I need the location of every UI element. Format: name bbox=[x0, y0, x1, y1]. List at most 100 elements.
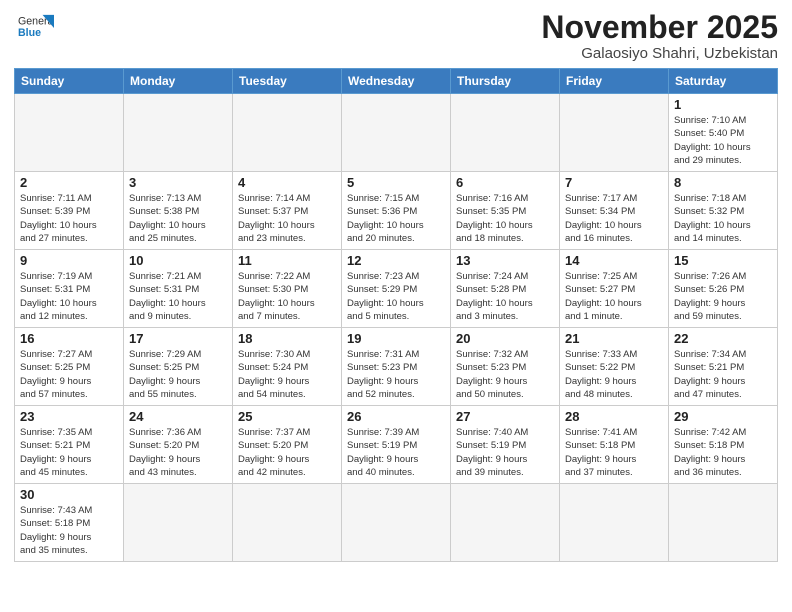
day-number: 25 bbox=[238, 409, 336, 424]
day-info: Sunrise: 7:40 AMSunset: 5:19 PMDaylight:… bbox=[456, 426, 554, 479]
calendar-cell: 15Sunrise: 7:26 AMSunset: 5:26 PMDayligh… bbox=[669, 250, 778, 328]
day-number: 5 bbox=[347, 175, 445, 190]
day-number: 26 bbox=[347, 409, 445, 424]
day-number: 13 bbox=[456, 253, 554, 268]
calendar-cell: 2 Sunrise: 7:11 AMSunset: 5:39 PMDaylight… bbox=[15, 172, 124, 250]
day-info: Sunrise: 7:17 AMSunset: 5:34 PMDaylight:… bbox=[565, 192, 663, 245]
calendar-cell: 7 Sunrise: 7:17 AMSunset: 5:34 PMDaylight… bbox=[560, 172, 669, 250]
calendar-header-row: SundayMondayTuesdayWednesdayThursdayFrid… bbox=[15, 69, 778, 94]
day-info: Sunrise: 7:35 AMSunset: 5:21 PMDaylight:… bbox=[20, 426, 118, 479]
col-header-tuesday: Tuesday bbox=[233, 69, 342, 94]
day-number: 2 bbox=[20, 175, 118, 190]
day-number: 23 bbox=[20, 409, 118, 424]
calendar-cell: 28 Sunrise: 7:41 AMSunset: 5:18 PMDayligh… bbox=[560, 406, 669, 484]
calendar-week-row: 1Sunrise: 7:10 AMSunset: 5:40 PMDaylight… bbox=[15, 94, 778, 172]
day-info: Sunrise: 7:14 AMSunset: 5:37 PMDaylight:… bbox=[238, 192, 336, 245]
calendar-cell bbox=[15, 94, 124, 172]
day-info: Sunrise: 7:30 AMSunset: 5:24 PMDaylight:… bbox=[238, 348, 336, 401]
day-number: 6 bbox=[456, 175, 554, 190]
day-number: 12 bbox=[347, 253, 445, 268]
calendar-cell: 13 Sunrise: 7:24 AMSunset: 5:28 PMDayligh… bbox=[451, 250, 560, 328]
day-info: Sunrise: 7:33 AMSunset: 5:22 PMDaylight:… bbox=[565, 348, 663, 401]
calendar-cell: 16 Sunrise: 7:27 AMSunset: 5:25 PMDayligh… bbox=[15, 328, 124, 406]
calendar-cell: 14 Sunrise: 7:25 AMSunset: 5:27 PMDayligh… bbox=[560, 250, 669, 328]
day-number: 19 bbox=[347, 331, 445, 346]
day-info: Sunrise: 7:11 AMSunset: 5:39 PMDaylight:… bbox=[20, 192, 118, 245]
calendar-week-row: 30Sunrise: 7:43 AMSunset: 5:18 PMDayligh… bbox=[15, 484, 778, 562]
day-number: 17 bbox=[129, 331, 227, 346]
logo: General Blue bbox=[14, 10, 54, 51]
day-number: 1 bbox=[674, 97, 772, 112]
calendar-cell: 30Sunrise: 7:43 AMSunset: 5:18 PMDayligh… bbox=[15, 484, 124, 562]
calendar-cell bbox=[342, 94, 451, 172]
day-info: Sunrise: 7:27 AMSunset: 5:25 PMDaylight:… bbox=[20, 348, 118, 401]
day-info: Sunrise: 7:36 AMSunset: 5:20 PMDaylight:… bbox=[129, 426, 227, 479]
day-number: 20 bbox=[456, 331, 554, 346]
calendar-cell: 24 Sunrise: 7:36 AMSunset: 5:20 PMDayligh… bbox=[124, 406, 233, 484]
calendar-cell bbox=[669, 484, 778, 562]
calendar-cell bbox=[451, 94, 560, 172]
day-number: 7 bbox=[565, 175, 663, 190]
day-number: 21 bbox=[565, 331, 663, 346]
day-number: 11 bbox=[238, 253, 336, 268]
calendar-cell: 5Sunrise: 7:15 AMSunset: 5:36 PMDaylight… bbox=[342, 172, 451, 250]
col-header-monday: Monday bbox=[124, 69, 233, 94]
calendar-table: SundayMondayTuesdayWednesdayThursdayFrid… bbox=[14, 68, 778, 562]
day-info: Sunrise: 7:26 AMSunset: 5:26 PMDaylight:… bbox=[674, 270, 772, 323]
day-number: 3 bbox=[129, 175, 227, 190]
calendar-cell bbox=[560, 94, 669, 172]
day-number: 9 bbox=[20, 253, 118, 268]
col-header-friday: Friday bbox=[560, 69, 669, 94]
calendar-cell: 18 Sunrise: 7:30 AMSunset: 5:24 PMDayligh… bbox=[233, 328, 342, 406]
calendar-cell: 10 Sunrise: 7:21 AMSunset: 5:31 PMDayligh… bbox=[124, 250, 233, 328]
calendar-week-row: 2 Sunrise: 7:11 AMSunset: 5:39 PMDaylight… bbox=[15, 172, 778, 250]
day-number: 14 bbox=[565, 253, 663, 268]
day-number: 4 bbox=[238, 175, 336, 190]
day-number: 18 bbox=[238, 331, 336, 346]
calendar-week-row: 23 Sunrise: 7:35 AMSunset: 5:21 PMDayligh… bbox=[15, 406, 778, 484]
logo-icon: General Blue bbox=[18, 10, 54, 46]
calendar-cell: 26Sunrise: 7:39 AMSunset: 5:19 PMDayligh… bbox=[342, 406, 451, 484]
calendar-cell: 21 Sunrise: 7:33 AMSunset: 5:22 PMDayligh… bbox=[560, 328, 669, 406]
day-info: Sunrise: 7:37 AMSunset: 5:20 PMDaylight:… bbox=[238, 426, 336, 479]
calendar-cell: 3 Sunrise: 7:13 AMSunset: 5:38 PMDaylight… bbox=[124, 172, 233, 250]
day-number: 30 bbox=[20, 487, 118, 502]
day-info: Sunrise: 7:24 AMSunset: 5:28 PMDaylight:… bbox=[456, 270, 554, 323]
calendar-cell: 23 Sunrise: 7:35 AMSunset: 5:21 PMDayligh… bbox=[15, 406, 124, 484]
svg-text:Blue: Blue bbox=[18, 27, 41, 39]
day-number: 27 bbox=[456, 409, 554, 424]
day-info: Sunrise: 7:18 AMSunset: 5:32 PMDaylight:… bbox=[674, 192, 772, 245]
day-info: Sunrise: 7:31 AMSunset: 5:23 PMDaylight:… bbox=[347, 348, 445, 401]
day-number: 8 bbox=[674, 175, 772, 190]
day-info: Sunrise: 7:41 AMSunset: 5:18 PMDaylight:… bbox=[565, 426, 663, 479]
calendar-cell: 29 Sunrise: 7:42 AMSunset: 5:18 PMDayligh… bbox=[669, 406, 778, 484]
calendar-cell: 17Sunrise: 7:29 AMSunset: 5:25 PMDayligh… bbox=[124, 328, 233, 406]
calendar-cell bbox=[560, 484, 669, 562]
calendar-cell: 6Sunrise: 7:16 AMSunset: 5:35 PMDaylight… bbox=[451, 172, 560, 250]
calendar-cell: 1Sunrise: 7:10 AMSunset: 5:40 PMDaylight… bbox=[669, 94, 778, 172]
day-number: 29 bbox=[674, 409, 772, 424]
calendar-cell: 9 Sunrise: 7:19 AMSunset: 5:31 PMDaylight… bbox=[15, 250, 124, 328]
calendar-cell bbox=[124, 484, 233, 562]
day-number: 24 bbox=[129, 409, 227, 424]
calendar-cell bbox=[233, 484, 342, 562]
day-info: Sunrise: 7:25 AMSunset: 5:27 PMDaylight:… bbox=[565, 270, 663, 323]
calendar-cell bbox=[233, 94, 342, 172]
calendar-cell: 19 Sunrise: 7:31 AMSunset: 5:23 PMDayligh… bbox=[342, 328, 451, 406]
calendar-cell: 12Sunrise: 7:23 AMSunset: 5:29 PMDayligh… bbox=[342, 250, 451, 328]
day-number: 16 bbox=[20, 331, 118, 346]
page: General Blue November 2025 Galaosiyo Sha… bbox=[0, 0, 792, 612]
day-info: Sunrise: 7:19 AMSunset: 5:31 PMDaylight:… bbox=[20, 270, 118, 323]
col-header-thursday: Thursday bbox=[451, 69, 560, 94]
calendar-week-row: 9 Sunrise: 7:19 AMSunset: 5:31 PMDaylight… bbox=[15, 250, 778, 328]
calendar-cell bbox=[451, 484, 560, 562]
calendar-cell bbox=[124, 94, 233, 172]
calendar-cell: 20Sunrise: 7:32 AMSunset: 5:23 PMDayligh… bbox=[451, 328, 560, 406]
day-number: 10 bbox=[129, 253, 227, 268]
calendar-week-row: 16 Sunrise: 7:27 AMSunset: 5:25 PMDayligh… bbox=[15, 328, 778, 406]
day-info: Sunrise: 7:13 AMSunset: 5:38 PMDaylight:… bbox=[129, 192, 227, 245]
day-info: Sunrise: 7:21 AMSunset: 5:31 PMDaylight:… bbox=[129, 270, 227, 323]
calendar-cell bbox=[342, 484, 451, 562]
day-info: Sunrise: 7:42 AMSunset: 5:18 PMDaylight:… bbox=[674, 426, 772, 479]
day-number: 28 bbox=[565, 409, 663, 424]
